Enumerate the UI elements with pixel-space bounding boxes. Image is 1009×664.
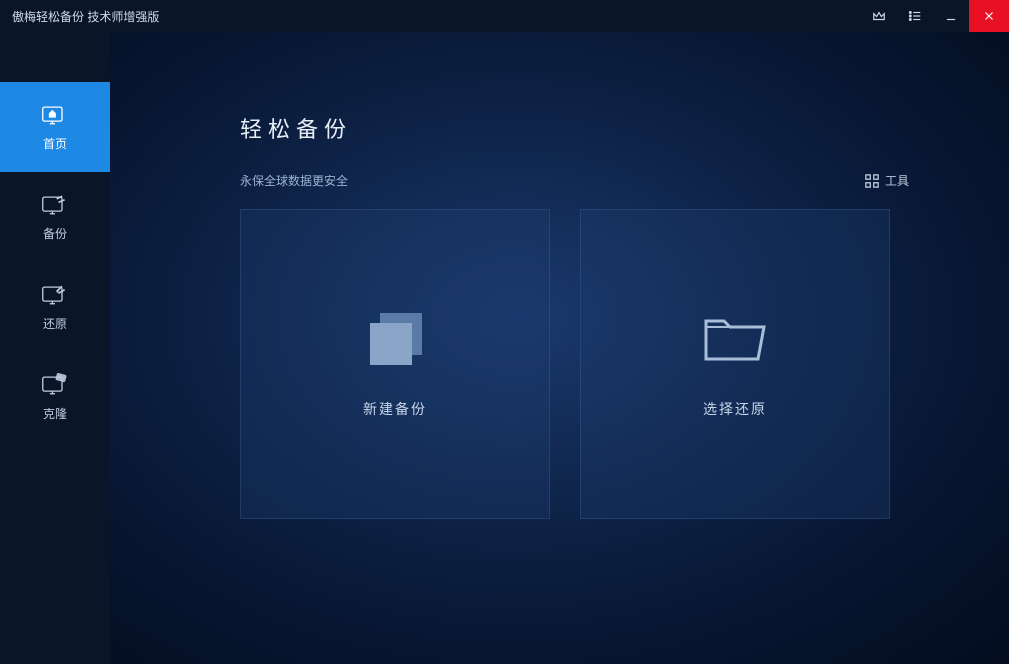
card-new-backup[interactable]: 新建备份	[240, 209, 550, 519]
card-label: 新建备份	[363, 399, 427, 419]
page-title: 轻松备份	[240, 112, 929, 144]
minimize-icon	[944, 9, 958, 23]
subtitle-row: 永保全球数据更安全 工具	[240, 172, 929, 189]
restore-icon	[41, 283, 69, 307]
sidebar-item-backup[interactable]: 备份	[0, 172, 110, 262]
app-title: 傲梅轻松备份 技术师增强版	[12, 8, 861, 25]
titlebar: 傲梅轻松备份 技术师增强版	[0, 0, 1009, 32]
crown-icon	[872, 9, 886, 23]
sidebar-item-restore[interactable]: 还原	[0, 262, 110, 352]
sidebar-item-label: 克隆	[43, 405, 67, 422]
tools-label: 工具	[885, 172, 909, 189]
sidebar-item-label: 首页	[43, 135, 67, 152]
crown-button[interactable]	[861, 0, 897, 32]
sidebar-item-label: 还原	[43, 315, 67, 332]
close-icon	[982, 9, 996, 23]
copy-icon	[360, 309, 430, 369]
folder-icon	[700, 309, 770, 369]
tools-link[interactable]: 工具	[865, 172, 909, 189]
main-content: 轻松备份 永保全球数据更安全 工具	[110, 32, 1009, 664]
sidebar: 首页 备份 还原	[0, 32, 110, 664]
card-label: 选择还原	[703, 399, 767, 419]
cards-container: 新建备份 选择还原	[240, 209, 929, 519]
backup-icon	[41, 193, 69, 217]
menu-button[interactable]	[897, 0, 933, 32]
sidebar-item-clone[interactable]: 克隆	[0, 352, 110, 442]
grid-icon	[865, 174, 879, 188]
close-button[interactable]	[969, 0, 1009, 32]
clone-icon	[41, 373, 69, 397]
home-icon	[41, 103, 69, 127]
page-subtitle: 永保全球数据更安全	[240, 172, 348, 189]
sidebar-item-label: 备份	[43, 225, 67, 242]
sidebar-item-home[interactable]: 首页	[0, 82, 110, 172]
menu-icon	[908, 9, 922, 23]
minimize-button[interactable]	[933, 0, 969, 32]
card-restore[interactable]: 选择还原	[580, 209, 890, 519]
titlebar-actions	[861, 0, 1009, 32]
